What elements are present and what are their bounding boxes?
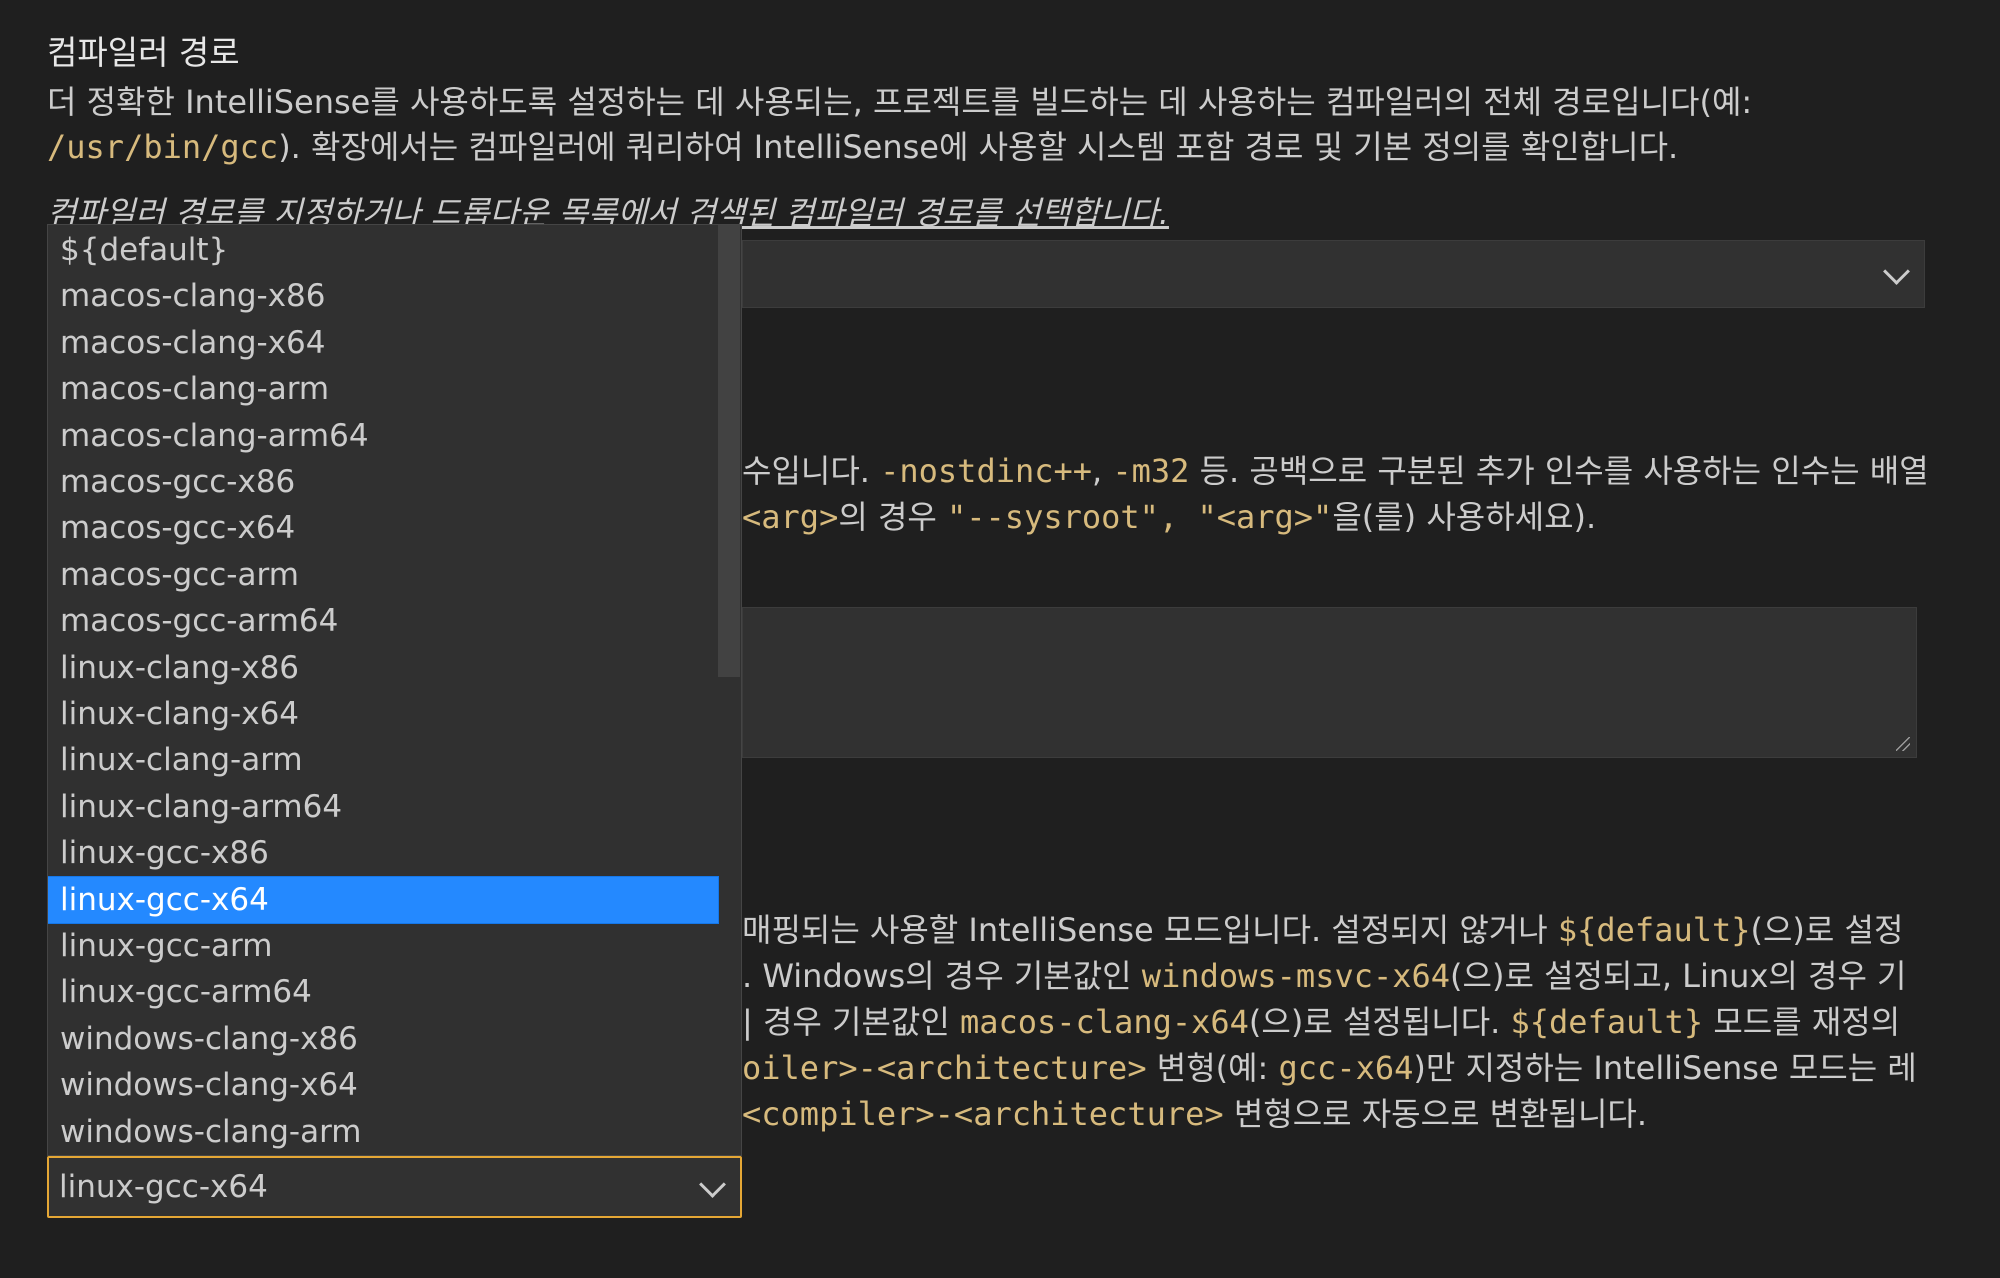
- code-m32: -m32: [1112, 452, 1190, 490]
- text: | 경우 기본값인: [742, 1003, 960, 1041]
- resize-handle-icon[interactable]: [1896, 737, 1910, 751]
- compiler-args-textarea[interactable]: [742, 607, 1917, 758]
- intellisense-line-2: . Windows의 경우 기본값인 windows-msvc-x64(으)로 …: [742, 951, 1907, 997]
- dropdown-option[interactable]: windows-clang-arm: [48, 1109, 718, 1155]
- text: (으)로 설정되고, Linux의 경우 기: [1450, 957, 1907, 995]
- compiler-args-line-1: 수입니다. -nostdinc++, -m32 등. 공백으로 구분된 추가 인…: [742, 446, 1929, 492]
- selected-value: linux-gcc-x64: [59, 1169, 268, 1205]
- code-usr-bin-gcc: /usr/bin/gcc: [47, 128, 279, 166]
- compiler-path-select[interactable]: [742, 240, 1925, 308]
- desc-line-2: /usr/bin/gcc). 확장에서는 컴파일러에 쿼리하여 IntelliS…: [47, 125, 1678, 170]
- desc-line-2-text: ). 확장에서는 컴파일러에 쿼리하여 IntelliSense에 사용할 시스…: [278, 128, 1679, 166]
- dropdown-option[interactable]: macos-gcc-x64: [48, 505, 718, 551]
- dropdown-option[interactable]: linux-clang-x64: [48, 691, 718, 737]
- chevron-down-icon: [1883, 258, 1910, 285]
- dropdown-option[interactable]: linux-clang-x86: [48, 645, 718, 691]
- dropdown-option[interactable]: windows-clang-x64: [48, 1062, 718, 1108]
- dropdown-option[interactable]: linux-gcc-x64: [48, 875, 719, 924]
- intellisense-mode-select[interactable]: linux-gcc-x64: [47, 1156, 742, 1218]
- dropdown-option[interactable]: macos-clang-arm64: [48, 413, 718, 459]
- intellisense-line-3: | 경우 기본값인 macos-clang-x64(으)로 설정됩니다. ${d…: [742, 997, 1900, 1043]
- code-macos-clang-x64: macos-clang-x64: [959, 1003, 1249, 1041]
- dropdown-option[interactable]: ${default}: [48, 227, 718, 273]
- intellisense-line-5: <compiler>-<architecture> 변형으로 자동으로 변환됩니…: [742, 1089, 1647, 1135]
- text: 변형으로 자동으로 변환됩니다.: [1223, 1095, 1648, 1133]
- dropdown-option[interactable]: linux-clang-arm: [48, 737, 718, 783]
- text: 의 경우: [838, 498, 947, 536]
- desc-line-1: 더 정확한 IntelliSense를 사용하도록 설정하는 데 사용되는, 프…: [47, 83, 1753, 121]
- code-arg: <arg>: [742, 498, 839, 536]
- dropdown-option[interactable]: macos-clang-arm: [48, 366, 718, 412]
- code-windows-msvc-x64: windows-msvc-x64: [1141, 957, 1451, 995]
- compiler-path-title: 컴파일러 경로: [47, 33, 240, 72]
- scrollbar-thumb[interactable]: [718, 225, 740, 677]
- dropdown-option[interactable]: macos-clang-x64: [48, 320, 718, 366]
- text: 등. 공백으로 구분된 추가 인수를 사용하는 인수는 배열: [1189, 452, 1929, 490]
- code-sysroot: "--sysroot", "<arg>": [947, 498, 1333, 536]
- text: . Windows의 경우 기본값인: [742, 957, 1142, 995]
- text: 을(를) 사용하세요).: [1332, 498, 1597, 536]
- intellisense-mode-dropdown-list[interactable]: ${default} macos-clang-x86 macos-clang-x64…: [47, 224, 742, 1156]
- text: 모드를 재정의: [1703, 1003, 1901, 1041]
- text: 변형(예:: [1146, 1049, 1279, 1087]
- dropdown-option[interactable]: linux-gcc-x86: [48, 830, 718, 876]
- dropdown-option[interactable]: linux-clang-arm64: [48, 784, 718, 830]
- dropdown-option[interactable]: linux-gcc-arm64: [48, 969, 718, 1015]
- text: ,: [1092, 452, 1113, 490]
- code-compiler-architecture: oiler>-<architecture>: [742, 1049, 1147, 1087]
- dropdown-option[interactable]: linux-gcc-arm: [48, 923, 718, 969]
- code-nostdinc: -nostdinc++: [880, 452, 1093, 490]
- text: )만 지정하는 IntelliSense 모드는 레: [1413, 1049, 1917, 1087]
- code-compiler-architecture: <compiler>-<architecture>: [742, 1095, 1224, 1133]
- dropdown-option[interactable]: macos-clang-x86: [48, 273, 718, 319]
- text: (으)로 설정됩니다.: [1248, 1003, 1511, 1041]
- dropdown-option[interactable]: windows-clang-x86: [48, 1016, 718, 1062]
- text: 매핑되는 사용할 IntelliSense 모드입니다. 설정되지 않거나: [742, 911, 1558, 949]
- text: (으)로 설정: [1750, 911, 1904, 949]
- dropdown-option[interactable]: macos-gcc-x86: [48, 459, 718, 505]
- code-default: ${default}: [1557, 911, 1751, 949]
- dropdown-option[interactable]: macos-gcc-arm64: [48, 598, 718, 644]
- intellisense-line-1: 매핑되는 사용할 IntelliSense 모드입니다. 설정되지 않거나 ${…: [742, 905, 1903, 951]
- text: 수입니다.: [742, 452, 881, 490]
- compiler-args-line-2: <arg>의 경우 "--sysroot", "<arg>"을(를) 사용하세요…: [742, 492, 1596, 538]
- code-default: ${default}: [1510, 1003, 1704, 1041]
- intellisense-line-4: oiler>-<architecture> 변형(예: gcc-x64)만 지정…: [742, 1043, 1917, 1089]
- dropdown-option[interactable]: macos-gcc-arm: [48, 552, 718, 598]
- code-gcc-x64: gcc-x64: [1278, 1049, 1414, 1087]
- chevron-down-icon: [699, 1171, 726, 1198]
